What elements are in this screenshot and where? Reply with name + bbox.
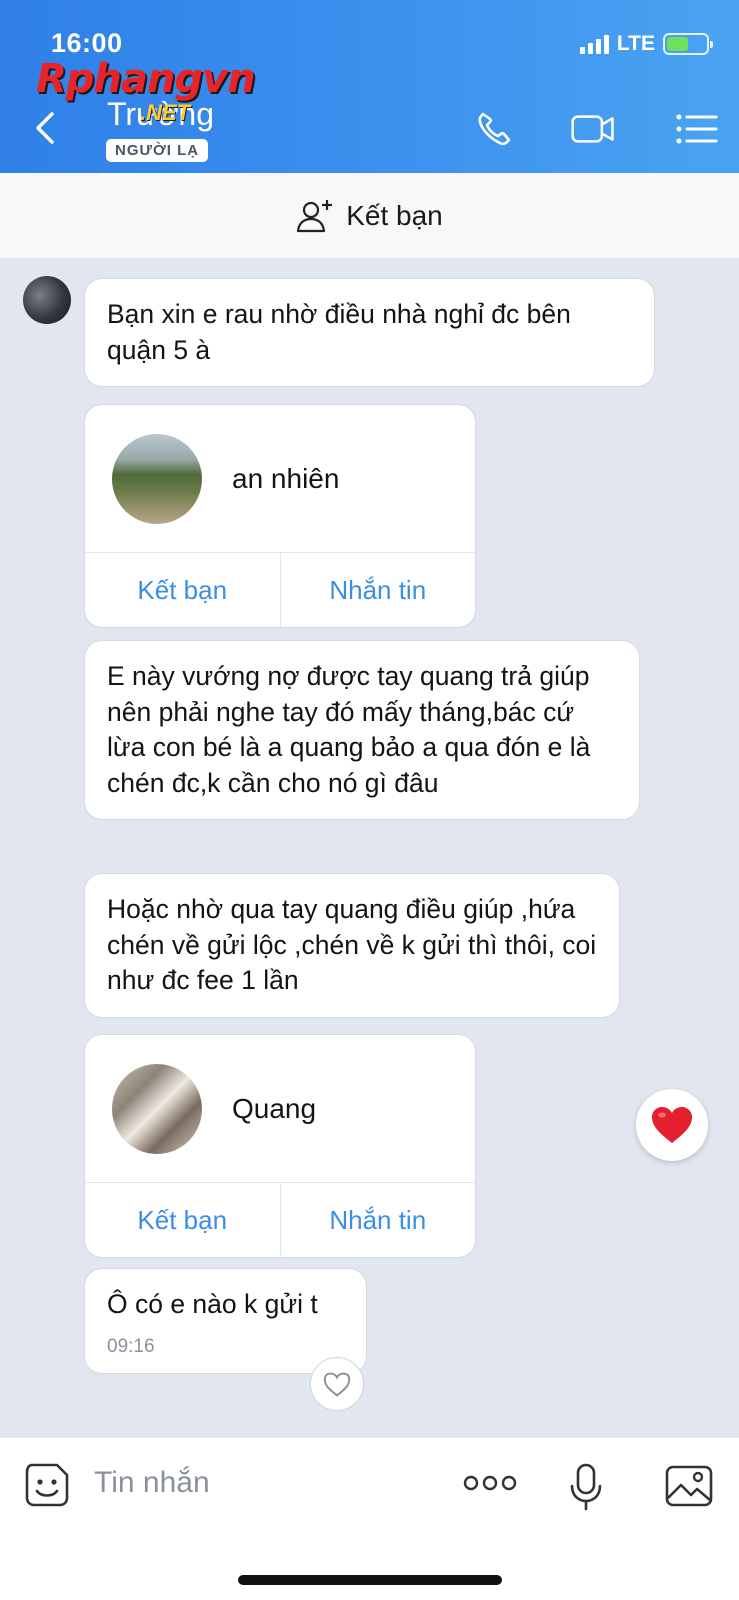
list-menu-icon[interactable] xyxy=(674,108,720,150)
network-type: LTE xyxy=(616,32,655,55)
add-friend-button[interactable]: Kết bạn xyxy=(85,1183,280,1257)
react-button[interactable] xyxy=(310,1357,364,1411)
contact-card-avatar xyxy=(112,434,202,524)
message-text: Bạn xin e rau nhờ điều nhà nghỉ đc bên q… xyxy=(107,299,571,365)
chat-header: 16:00 LTE Rphangvn Trường .NET NGƯỜI LẠ xyxy=(0,0,739,173)
contact-card-name: an nhiên xyxy=(232,463,340,494)
sender-avatar[interactable] xyxy=(23,276,71,324)
microphone-icon[interactable] xyxy=(569,1462,603,1512)
add-friend-button[interactable]: Kết bạn xyxy=(85,553,280,627)
video-camera-icon[interactable] xyxy=(570,108,616,150)
contact-card[interactable]: an nhiên Kết bạn Nhắn tin xyxy=(84,404,476,628)
status-indicators: LTE xyxy=(579,32,713,56)
send-message-button[interactable]: Nhắn tin xyxy=(279,1183,476,1257)
add-friend-bar[interactable]: Kết bạn xyxy=(0,173,739,259)
stranger-badge: NGƯỜI LẠ xyxy=(106,139,209,162)
message-bubble[interactable]: E này vướng nợ được tay quang trả giúp n… xyxy=(84,640,640,820)
status-time: 16:00 xyxy=(51,28,123,58)
message-bubble[interactable]: Ô có e nào k gửi t 09:16 xyxy=(84,1268,367,1374)
contact-card-name: Quang xyxy=(232,1093,317,1124)
message-text: E này vướng nợ được tay quang trả giúp n… xyxy=(107,661,591,798)
heart-outline-icon xyxy=(323,1372,351,1397)
home-indicator xyxy=(238,1575,502,1585)
sticker-icon[interactable] xyxy=(24,1462,70,1508)
message-bubble[interactable]: Bạn xin e rau nhờ điều nhà nghỉ đc bên q… xyxy=(84,278,655,387)
more-dots-icon[interactable] xyxy=(463,1474,517,1492)
message-text: Ô có e nào k gửi t xyxy=(107,1289,318,1319)
heart-reaction-button[interactable] xyxy=(636,1089,708,1161)
battery-icon xyxy=(663,33,713,55)
send-message-button[interactable]: Nhắn tin xyxy=(279,553,476,627)
contact-card-avatar xyxy=(112,1064,202,1154)
contact-card[interactable]: Quang Kết bạn Nhắn tin xyxy=(84,1034,476,1258)
message-input[interactable]: Tin nhắn xyxy=(94,1466,210,1500)
message-time: 09:16 xyxy=(107,1335,155,1357)
message-bubble[interactable]: Hoặc nhờ qua tay quang điều giúp ,hứa ch… xyxy=(84,873,620,1018)
image-icon[interactable] xyxy=(664,1464,714,1508)
message-text: Hoặc nhờ qua tay quang điều giúp ,hứa ch… xyxy=(107,894,597,995)
watermark-logo-sub: .NET xyxy=(140,100,191,125)
phone-icon[interactable] xyxy=(474,108,520,150)
heart-icon xyxy=(652,1107,692,1143)
add-user-icon xyxy=(297,199,333,232)
back-chevron-icon[interactable] xyxy=(30,108,60,148)
signal-icon xyxy=(579,34,609,54)
add-friend-label: Kết bạn xyxy=(346,199,443,231)
